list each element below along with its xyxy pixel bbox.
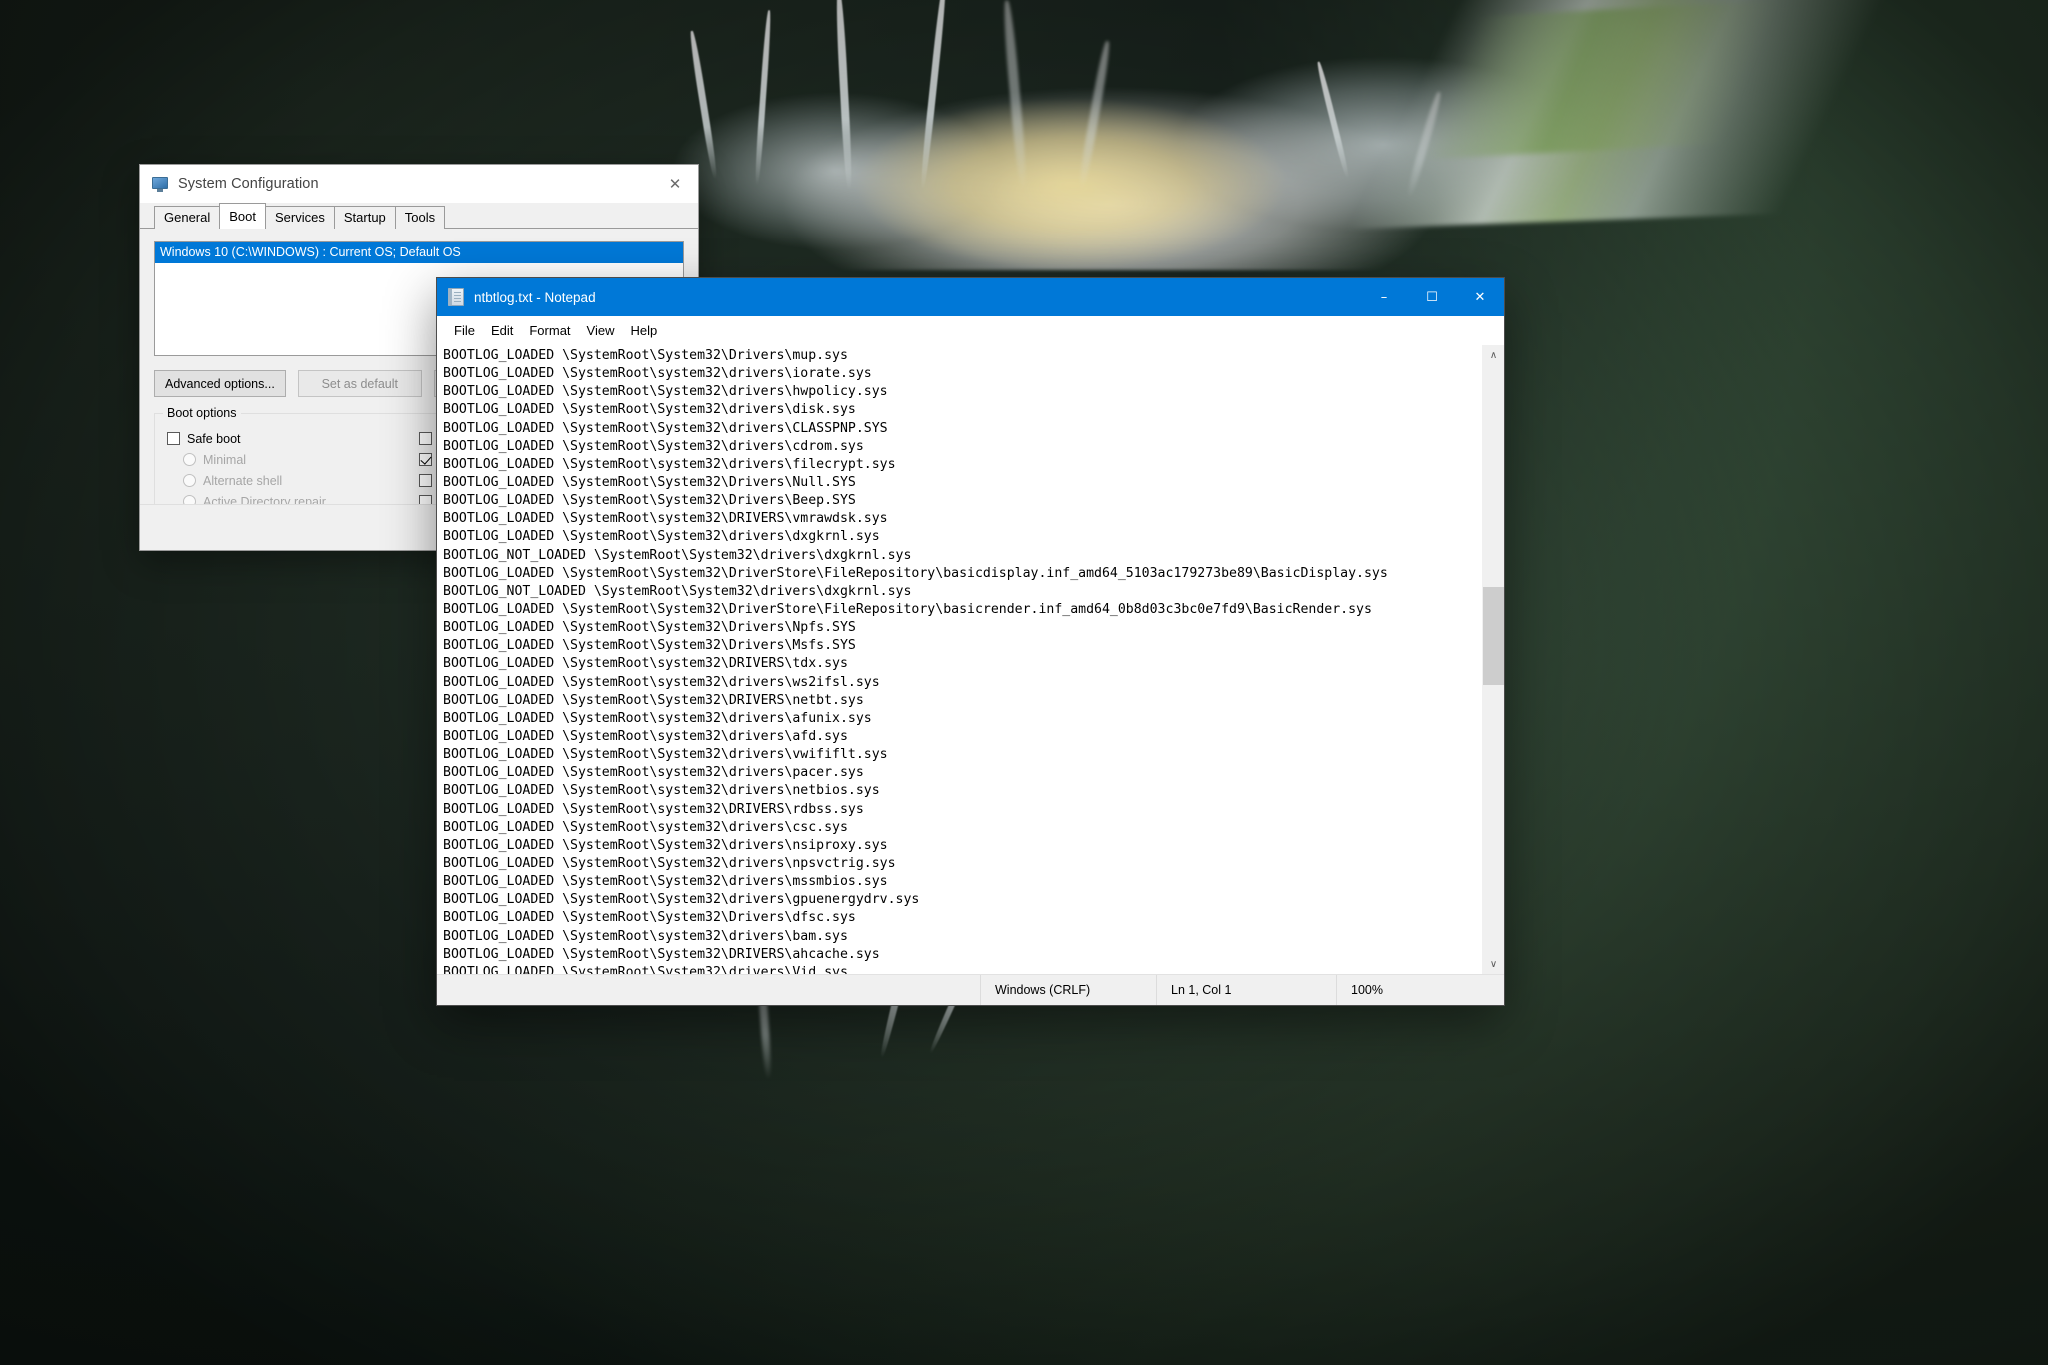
checkbox-checked-icon[interactable]: [419, 453, 432, 466]
option-label: Minimal: [203, 453, 246, 467]
checkbox-icon[interactable]: [167, 432, 180, 445]
notepad-window[interactable]: ntbtlog.txt - Notepad – ☐ ✕ File Edit Fo…: [437, 278, 1504, 1005]
notepad-line: BOOTLOG_LOADED \SystemRoot\System32\DRIV…: [443, 946, 1482, 964]
notepad-status-bar: Windows (CRLF) Ln 1, Col 1 100%: [437, 974, 1504, 1005]
notepad-line: BOOTLOG_LOADED \SystemRoot\System32\Driv…: [443, 565, 1482, 583]
tab-startup[interactable]: Startup: [334, 206, 396, 229]
scrollbar-thumb[interactable]: [1483, 587, 1504, 685]
scroll-up-icon[interactable]: ∧: [1483, 345, 1504, 365]
system-configuration-titlebar[interactable]: System Configuration ✕: [140, 165, 698, 203]
minimize-icon[interactable]: –: [1360, 278, 1408, 316]
notepad-line: BOOTLOG_LOADED \SystemRoot\system32\driv…: [443, 819, 1482, 837]
status-line-ending: Windows (CRLF): [980, 975, 1156, 1005]
notepad-window-title: ntbtlog.txt - Notepad: [474, 290, 596, 305]
option-label: Alternate shell: [203, 474, 282, 488]
tab-boot[interactable]: Boot: [219, 203, 266, 229]
radio-icon: [183, 474, 196, 487]
notepad-line: BOOTLOG_LOADED \SystemRoot\System32\Driv…: [443, 347, 1482, 365]
notepad-line: BOOTLOG_LOADED \SystemRoot\system32\driv…: [443, 928, 1482, 946]
notepad-line: BOOTLOG_LOADED \SystemRoot\System32\driv…: [443, 383, 1482, 401]
notepad-text-area[interactable]: BOOTLOG_LOADED \SystemRoot\System32\Driv…: [437, 345, 1482, 974]
notepad-line: BOOTLOG_LOADED \SystemRoot\system32\driv…: [443, 764, 1482, 782]
vertical-scrollbar[interactable]: ∧ ∨: [1482, 345, 1504, 974]
option-alternate-shell: Alternate shell: [167, 470, 419, 491]
radio-icon: [183, 453, 196, 466]
notepad-line: BOOTLOG_LOADED \SystemRoot\System32\Driv…: [443, 909, 1482, 927]
notepad-line: BOOTLOG_LOADED \SystemRoot\System32\Driv…: [443, 492, 1482, 510]
menu-file[interactable]: File: [446, 320, 483, 341]
notepad-menubar[interactable]: File Edit Format View Help: [437, 316, 1504, 345]
notepad-line: BOOTLOG_LOADED \SystemRoot\System32\driv…: [443, 837, 1482, 855]
option-label: Safe boot: [187, 432, 241, 446]
notepad-line: BOOTLOG_LOADED \SystemRoot\System32\driv…: [443, 855, 1482, 873]
notepad-line: BOOTLOG_LOADED \SystemRoot\System32\driv…: [443, 964, 1482, 974]
tab-strip[interactable]: General Boot Services Startup Tools: [140, 203, 698, 229]
notepad-icon: [448, 288, 464, 306]
tab-services[interactable]: Services: [265, 206, 335, 229]
set-as-default-button: Set as default: [298, 370, 422, 397]
tab-general[interactable]: General: [154, 206, 220, 229]
os-entry-row[interactable]: Windows 10 (C:\WINDOWS) : Current OS; De…: [155, 242, 683, 263]
notepad-line: BOOTLOG_LOADED \SystemRoot\System32\Driv…: [443, 601, 1482, 619]
window-controls: – ☐ ✕: [1360, 278, 1504, 316]
notepad-line: BOOTLOG_LOADED \SystemRoot\System32\driv…: [443, 401, 1482, 419]
notepad-line: BOOTLOG_LOADED \SystemRoot\system32\driv…: [443, 728, 1482, 746]
tab-tools[interactable]: Tools: [395, 206, 445, 229]
scroll-down-icon[interactable]: ∨: [1483, 954, 1504, 974]
notepad-line: BOOTLOG_LOADED \SystemRoot\system32\driv…: [443, 782, 1482, 800]
menu-edit[interactable]: Edit: [483, 320, 521, 341]
notepad-line: BOOTLOG_LOADED \SystemRoot\system32\driv…: [443, 710, 1482, 728]
menu-view[interactable]: View: [579, 320, 623, 341]
notepad-body: BOOTLOG_LOADED \SystemRoot\System32\Driv…: [437, 345, 1504, 974]
advanced-options-button[interactable]: Advanced options...: [154, 370, 286, 397]
notepad-line: BOOTLOG_LOADED \SystemRoot\System32\DRIV…: [443, 692, 1482, 710]
notepad-line: BOOTLOG_LOADED \SystemRoot\system32\driv…: [443, 674, 1482, 692]
notepad-line: BOOTLOG_NOT_LOADED \SystemRoot\System32\…: [443, 547, 1482, 565]
notepad-line: BOOTLOG_LOADED \SystemRoot\system32\driv…: [443, 456, 1482, 474]
notepad-line: BOOTLOG_NOT_LOADED \SystemRoot\System32\…: [443, 583, 1482, 601]
notepad-line: BOOTLOG_LOADED \SystemRoot\System32\Driv…: [443, 619, 1482, 637]
notepad-line: BOOTLOG_LOADED \SystemRoot\System32\driv…: [443, 528, 1482, 546]
notepad-line: BOOTLOG_LOADED \SystemRoot\system32\driv…: [443, 365, 1482, 383]
notepad-line: BOOTLOG_LOADED \SystemRoot\System32\driv…: [443, 438, 1482, 456]
notepad-line: BOOTLOG_LOADED \SystemRoot\System32\Driv…: [443, 637, 1482, 655]
window-title: System Configuration: [178, 176, 319, 192]
menu-format[interactable]: Format: [521, 320, 578, 341]
notepad-line: BOOTLOG_LOADED \SystemRoot\System32\driv…: [443, 420, 1482, 438]
notepad-line: BOOTLOG_LOADED \SystemRoot\system32\DRIV…: [443, 655, 1482, 673]
notepad-line: BOOTLOG_LOADED \SystemRoot\system32\DRIV…: [443, 510, 1482, 528]
menu-help[interactable]: Help: [622, 320, 665, 341]
desktop: System Configuration ✕ General Boot Serv…: [0, 0, 2048, 1365]
checkbox-icon[interactable]: [419, 432, 432, 445]
notepad-line: BOOTLOG_LOADED \SystemRoot\System32\driv…: [443, 873, 1482, 891]
notepad-line: BOOTLOG_LOADED \SystemRoot\System32\Driv…: [443, 474, 1482, 492]
notepad-line: BOOTLOG_LOADED \SystemRoot\System32\driv…: [443, 891, 1482, 909]
notepad-line: BOOTLOG_LOADED \SystemRoot\System32\driv…: [443, 746, 1482, 764]
option-minimal: Minimal: [167, 449, 419, 470]
checkbox-icon[interactable]: [419, 474, 432, 487]
computer-icon: [152, 176, 169, 193]
option-safe-boot[interactable]: Safe boot: [167, 428, 419, 449]
notepad-titlebar[interactable]: ntbtlog.txt - Notepad – ☐ ✕: [437, 278, 1504, 316]
status-zoom-level: 100%: [1336, 975, 1486, 1005]
close-icon[interactable]: ✕: [652, 165, 698, 203]
maximize-icon[interactable]: ☐: [1408, 278, 1456, 316]
boot-options-legend: Boot options: [163, 406, 241, 420]
close-icon[interactable]: ✕: [1456, 278, 1504, 316]
status-cursor-position: Ln 1, Col 1: [1156, 975, 1336, 1005]
notepad-line: BOOTLOG_LOADED \SystemRoot\system32\DRIV…: [443, 801, 1482, 819]
